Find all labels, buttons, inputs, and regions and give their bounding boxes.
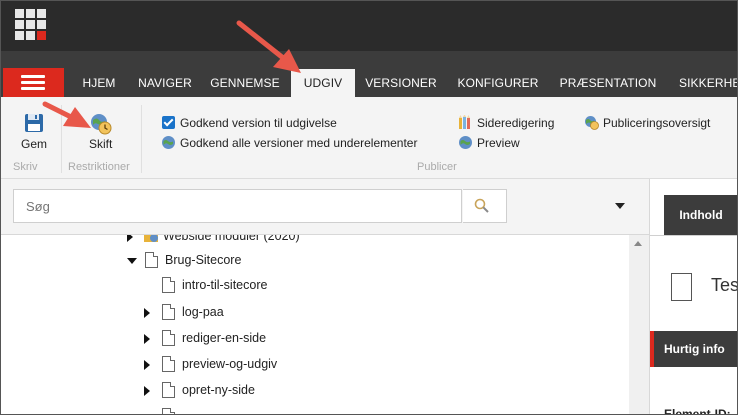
approve-version-label: Godkend version til udgivelse [180,116,337,130]
tab-sikkerhed[interactable]: SIKKERHE [667,69,737,97]
document-icon [162,408,175,414]
tree-item-label: opret-ny-side [182,383,255,397]
floppy-disk-icon [25,114,43,132]
content-tree: Webside moduler (2020) Brug-Sitecore int… [1,235,649,414]
tree-item-label: intro-til-sitecore [182,278,268,292]
ribbon-panel: Gem Skriv Skift Restriktioner Godkend ve… [1,97,737,179]
search-icon [474,198,489,213]
save-button[interactable]: Gem [11,109,57,155]
tab-versioner[interactable]: VERSIONER [355,69,447,97]
tree-item[interactable]: intro-til-sitecore [144,276,444,296]
pencils-icon [459,115,470,129]
publishing-overview-button[interactable]: Publiceringsoversigt [584,115,734,131]
document-icon [162,304,175,320]
tree-item[interactable]: log-paa [144,303,444,323]
expand-arrow-icon[interactable] [144,308,150,318]
tab-praesentation[interactable]: PRÆSENTATION [549,69,667,97]
globe-icon [459,136,472,149]
item-title: Tes [711,275,738,295]
page-editing-button[interactable]: Sideredigering [458,115,568,131]
tree-item[interactable]: Webside moduler (2020) [127,235,427,247]
tree-scrollbar[interactable] [629,235,649,414]
preview-label: Preview [477,136,520,150]
tree-item-label: Webside moduler (2020) [163,235,300,243]
expand-arrow-icon[interactable] [144,360,150,370]
expand-arrow-icon[interactable] [144,386,150,396]
expand-arrow-icon[interactable] [127,235,133,242]
document-icon [162,382,175,398]
publishing-overview-label: Publiceringsoversigt [603,116,711,130]
tab-naviger[interactable]: NAVIGER [131,69,199,97]
tree-item-label: log-paa [182,305,224,319]
search-options-dropdown-icon[interactable] [615,203,625,209]
group-label-restrictions: Restriktioner [68,161,130,173]
app-grid-icon[interactable] [15,9,47,41]
ribbon-tab-bar: HJEM NAVIGER GENNEMSE UDGIV VERSIONER KO… [1,51,737,97]
collapse-arrow-icon[interactable] [127,258,137,264]
content-editor-pane: Indhold Tes Hurtig info Element-ID: [649,179,738,415]
tree-item-label: Brug-Sitecore [165,253,242,267]
search-row [1,179,649,235]
expand-arrow-icon[interactable] [144,334,150,344]
approve-all-versions-button[interactable]: Godkend alle versioner med underelemente… [161,135,441,151]
group-label-publish: Publicer [417,161,457,173]
element-id-label: Element-ID: [664,407,731,415]
tree-item[interactable] [144,407,444,414]
tab-konfigurer[interactable]: KONFIGURER [447,69,549,97]
scroll-up-icon[interactable] [634,241,642,246]
change-button-label: Skift [89,137,113,151]
tree-item[interactable]: rediger-en-side [144,329,444,349]
module-folder-icon [144,235,158,242]
tree-item-label: preview-og-udgiv [182,357,278,371]
document-icon [162,277,175,293]
document-icon [162,330,175,346]
approve-version-checkbox[interactable]: Godkend version til udgivelse [161,115,361,131]
checkbox-checked-icon [161,115,176,130]
ribbon-separator [141,105,142,173]
tab-content[interactable]: Indhold [664,195,737,235]
tree-item[interactable]: opret-ny-side [144,381,444,401]
ribbon-separator [61,105,62,173]
tab-gennemse[interactable]: GENNEMSE [199,69,291,97]
page-editing-label: Sideredigering [477,116,555,130]
tab-udgiv[interactable]: UDGIV [291,69,355,97]
tab-divider [650,235,737,236]
sitecore-content-editor: HJEM NAVIGER GENNEMSE UDGIV VERSIONER KO… [0,0,738,415]
tree-item-label: rediger-en-side [182,331,267,345]
group-label-write: Skriv [13,161,38,173]
document-icon [162,356,175,372]
globe-clock-icon [585,116,599,130]
approve-all-label: Godkend alle versioner med underelemente… [180,136,418,150]
search-input[interactable] [13,189,462,223]
tree-item[interactable]: preview-og-udgiv [144,355,444,375]
top-bar [1,1,737,51]
save-button-label: Gem [21,137,48,151]
search-button[interactable] [463,189,507,223]
tree-item[interactable]: Brug-Sitecore [127,251,427,271]
document-icon [145,252,158,268]
preview-button[interactable]: Preview [458,135,548,151]
document-icon [671,273,692,301]
tab-hjem[interactable]: HJEM [67,69,131,97]
change-button[interactable]: Skift [67,109,137,155]
hamburger-menu-icon[interactable] [3,68,64,97]
globe-clock-icon [91,114,112,135]
quick-info-section-header[interactable]: Hurtig info [650,331,737,367]
globe-icon [162,136,175,149]
